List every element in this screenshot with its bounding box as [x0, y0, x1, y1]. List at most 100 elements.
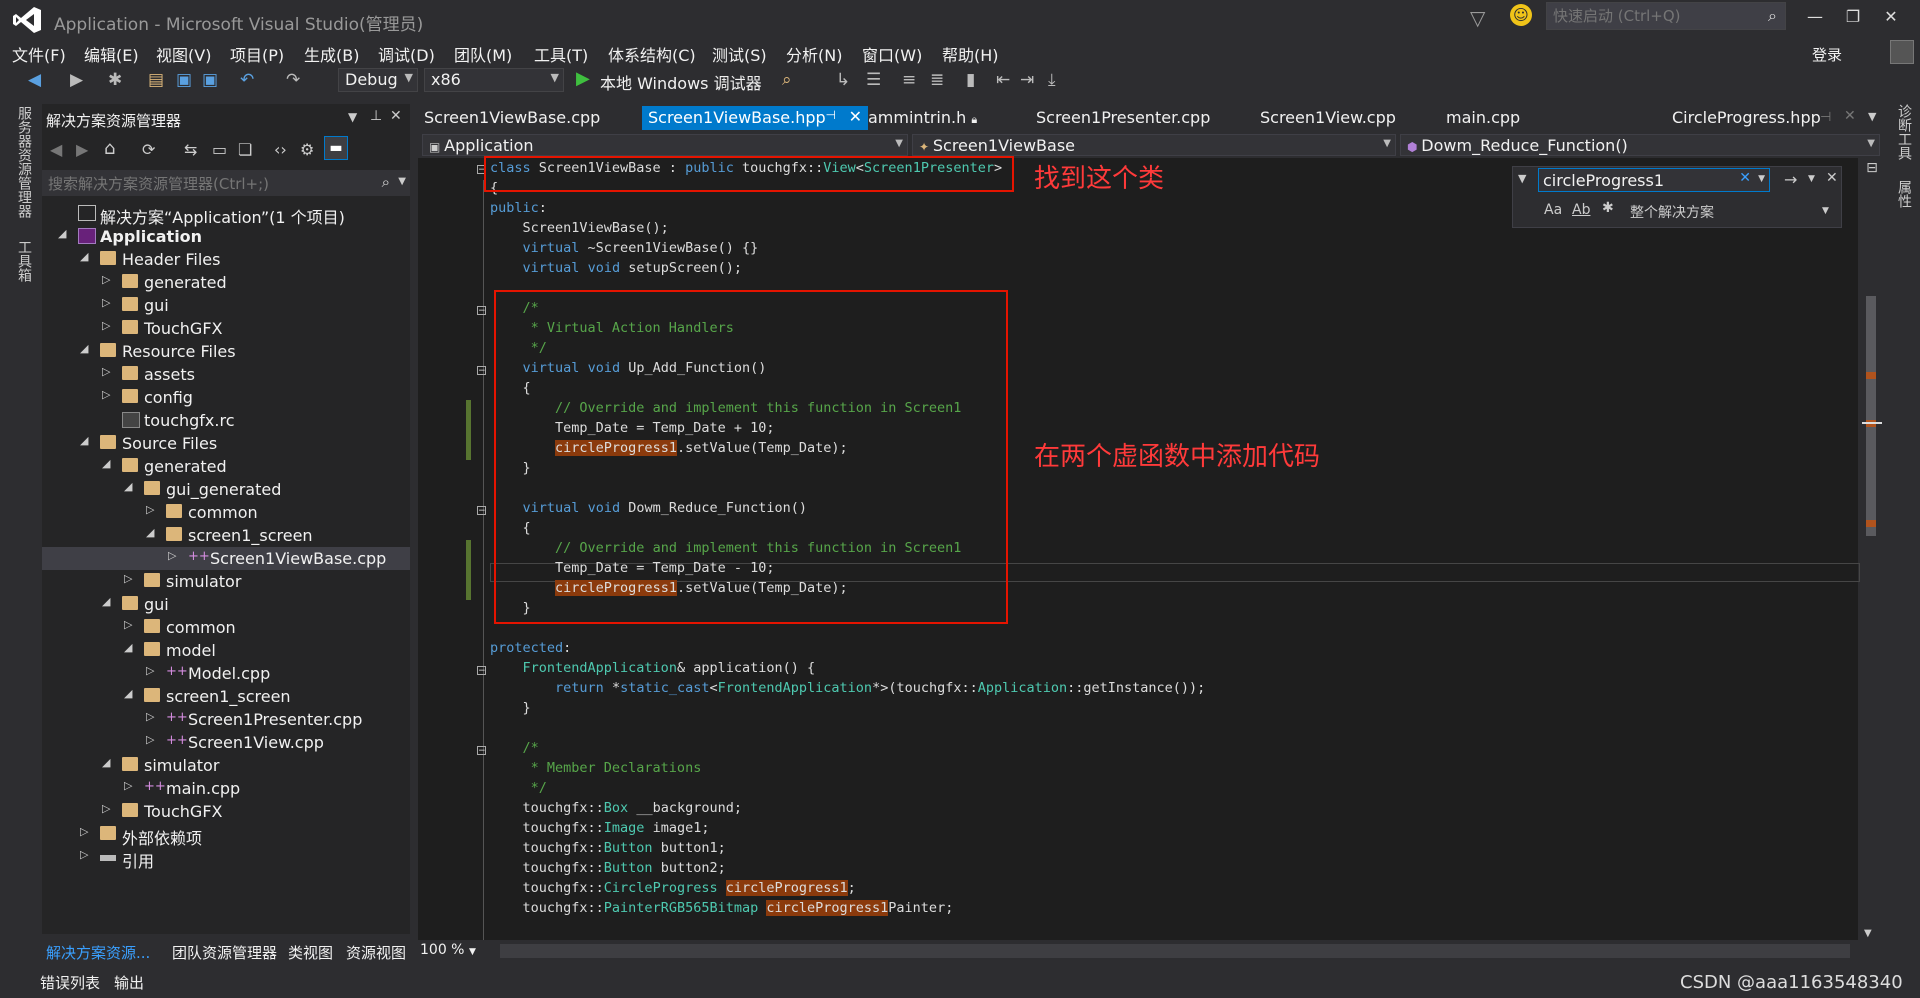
- tree-item[interactable]: ▷ common: [42, 501, 410, 524]
- view-code-icon[interactable]: ‹›: [274, 140, 287, 159]
- back-icon[interactable]: ◀: [28, 70, 41, 90]
- home-icon[interactable]: ⌂: [104, 138, 115, 159]
- close-icon[interactable]: ✕: [390, 108, 402, 124]
- collapsed-arrow-icon[interactable]: ▷: [102, 296, 110, 309]
- back-icon[interactable]: ◀: [50, 140, 62, 159]
- collapsed-arrow-icon[interactable]: ▷: [102, 802, 110, 815]
- tree-item[interactable]: ◢ simulator: [42, 754, 410, 777]
- fold-toggle[interactable]: −: [477, 666, 486, 676]
- tree-item[interactable]: ▷ ++ Model.cpp: [42, 662, 410, 685]
- tab-screen1viewbase-cpp[interactable]: Screen1ViewBase.cpp: [418, 106, 606, 130]
- collapsed-arrow-icon[interactable]: ▷: [146, 710, 154, 723]
- expanded-arrow-icon[interactable]: ◢: [146, 526, 154, 539]
- expanded-arrow-icon[interactable]: ◢: [80, 342, 88, 355]
- tree-item[interactable]: ◢ Resource Files: [42, 340, 410, 363]
- vertical-scrollbar[interactable]: [1862, 180, 1880, 940]
- collapsed-arrow-icon[interactable]: ▷: [168, 549, 176, 562]
- save-icon[interactable]: ▣: [176, 70, 192, 90]
- properties-tab[interactable]: 属性: [1892, 180, 1914, 208]
- uncomment-icon[interactable]: ≣: [930, 70, 944, 90]
- tree-item[interactable]: ◢ Source Files: [42, 432, 410, 455]
- split-editor-icon[interactable]: ⊟: [1864, 160, 1880, 180]
- prev-bookmark-icon[interactable]: ⇤: [996, 70, 1010, 90]
- horizontal-scrollbar[interactable]: [500, 944, 1850, 958]
- toolbox-icon[interactable]: ☰: [866, 70, 881, 90]
- forward-icon[interactable]: ▶: [70, 70, 83, 90]
- tree-item[interactable]: ◢ generated: [42, 455, 410, 478]
- project-dropdown[interactable]: ▣ Application ▼: [422, 134, 908, 156]
- undo-icon[interactable]: ↶: [240, 70, 254, 90]
- quick-launch-box[interactable]: ⌕: [1546, 2, 1786, 30]
- tree-item[interactable]: ▷ assets: [42, 363, 410, 386]
- tree-item[interactable]: ▷ TouchGFX: [42, 800, 410, 823]
- tab-screen1presenter-cpp[interactable]: Screen1Presenter.cpp: [1030, 106, 1216, 130]
- menu-test[interactable]: 测试(S): [712, 42, 767, 66]
- tab-error-list[interactable]: 错误列表: [40, 972, 100, 993]
- tree-item[interactable]: ▷ ++ main.cpp: [42, 777, 410, 800]
- menu-window[interactable]: 窗口(W): [862, 42, 922, 66]
- tree-item[interactable]: ◢ Application: [42, 225, 410, 248]
- tree-item[interactable]: ▷ config: [42, 386, 410, 409]
- tree-item[interactable]: ◢ Header Files: [42, 248, 410, 271]
- filter-icon[interactable]: ▽: [1470, 6, 1485, 30]
- close-find-icon[interactable]: ✕: [1826, 170, 1838, 186]
- menu-analyze[interactable]: 分析(N): [786, 42, 842, 66]
- menu-architecture[interactable]: 体系结构(C): [608, 42, 696, 66]
- save-all-icon[interactable]: ▣: [202, 70, 218, 90]
- collapsed-arrow-icon[interactable]: ▷: [146, 733, 154, 746]
- tree-item[interactable]: ▷ ++ Screen1ViewBase.cpp: [42, 547, 410, 570]
- fold-toggle[interactable]: −: [477, 506, 486, 516]
- tree-item[interactable]: ▷ TouchGFX: [42, 317, 410, 340]
- tab-output[interactable]: 输出: [114, 972, 144, 993]
- tab-team-explorer[interactable]: 团队资源管理器: [172, 942, 277, 963]
- pin-icon[interactable]: ⊣: [1820, 110, 1831, 125]
- close-window-button[interactable]: ✕: [1874, 4, 1908, 30]
- chevron-down-icon[interactable]: ▼: [1822, 206, 1829, 216]
- diagnostic-tools-tab[interactable]: 诊断工具: [1892, 104, 1914, 160]
- tab-screen1view-cpp[interactable]: Screen1View.cpp: [1254, 106, 1402, 130]
- tab-screen1viewbase-hpp[interactable]: Screen1ViewBase.hpp ⊣ ✕: [642, 106, 868, 130]
- scope-dropdown[interactable]: ✦ Screen1ViewBase ▼: [912, 134, 1396, 156]
- find-box[interactable]: ✕ ▼: [1538, 168, 1770, 192]
- feedback-smiley-icon[interactable]: ☺: [1510, 4, 1532, 26]
- expanded-arrow-icon[interactable]: ◢: [80, 250, 88, 263]
- find-in-files-icon[interactable]: ⌕: [782, 70, 792, 90]
- dropdown-icon[interactable]: ▼: [348, 110, 357, 124]
- comment-icon[interactable]: ≡: [902, 70, 916, 90]
- solution-search-box[interactable]: ⌕ ▼: [42, 170, 410, 196]
- solution-search-input[interactable]: [46, 172, 370, 196]
- minimize-button[interactable]: —: [1798, 4, 1832, 30]
- chevron-down-icon[interactable]: ▼: [398, 176, 406, 187]
- collapsed-arrow-icon[interactable]: ▷: [146, 664, 154, 677]
- fold-toggle[interactable]: −: [477, 306, 486, 316]
- start-debugging-icon[interactable]: ▶: [576, 68, 590, 89]
- scroll-down-icon[interactable]: ▼: [1864, 928, 1872, 939]
- expanded-arrow-icon[interactable]: ◢: [102, 756, 110, 769]
- tree-item[interactable]: ▷ ++ Screen1View.cpp: [42, 731, 410, 754]
- server-explorer-tab[interactable]: 服务器资源管理器: [12, 106, 34, 218]
- tab-class-view[interactable]: 类视图: [288, 942, 333, 963]
- forward-icon[interactable]: ▶: [76, 140, 88, 159]
- tab-circleprogress-hpp[interactable]: CircleProgress.hpp: [1666, 106, 1827, 130]
- collapsed-arrow-icon[interactable]: ▷: [102, 273, 110, 286]
- pending-changes-icon[interactable]: ⟳: [142, 140, 155, 159]
- close-icon[interactable]: ✕: [849, 107, 862, 126]
- menu-view[interactable]: 视图(V): [156, 42, 211, 66]
- menu-debug[interactable]: 调试(D): [378, 42, 435, 66]
- redo-icon[interactable]: ↷: [286, 70, 300, 90]
- tree-item[interactable]: touchgfx.rc: [42, 409, 410, 432]
- collapsed-arrow-icon[interactable]: ▷: [124, 779, 132, 792]
- tree-item[interactable]: ◢ gui_generated: [42, 478, 410, 501]
- chevron-down-icon[interactable]: ▼: [1808, 174, 1815, 184]
- expanded-arrow-icon[interactable]: ◢: [124, 687, 132, 700]
- tree-item[interactable]: ◢ screen1_screen: [42, 685, 410, 708]
- tree-item[interactable]: ▷ 外部依赖项: [42, 823, 410, 848]
- collapsed-arrow-icon[interactable]: ▷: [146, 503, 154, 516]
- clear-bookmarks-icon[interactable]: ⤓: [1048, 70, 1056, 90]
- collapsed-arrow-icon[interactable]: ▷: [80, 848, 88, 861]
- pin-icon[interactable]: ⊣: [826, 108, 836, 122]
- step-icon[interactable]: ↳: [836, 70, 850, 90]
- chevron-down-icon[interactable]: ▼: [1758, 174, 1765, 184]
- close-icon[interactable]: ✕: [1844, 108, 1856, 124]
- bookmark-icon[interactable]: ▮: [966, 70, 975, 90]
